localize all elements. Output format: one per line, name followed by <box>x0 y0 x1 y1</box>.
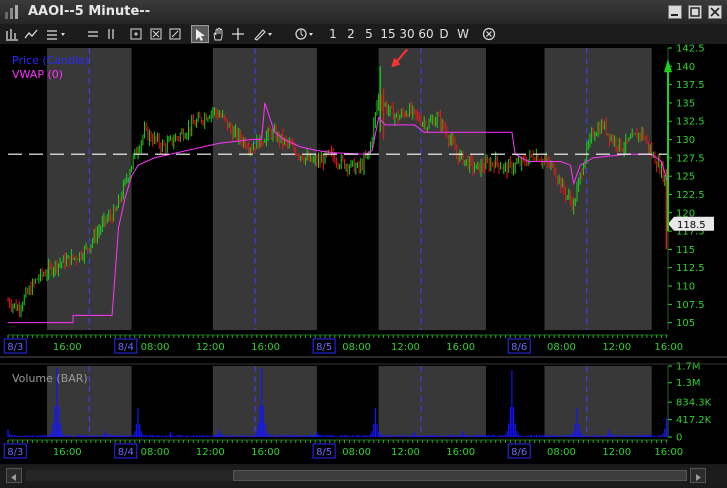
x-axis-label: 08:00 <box>342 342 371 353</box>
x-axis-label: 8/3 <box>7 342 23 353</box>
volume-tick-label: 0 <box>676 433 682 444</box>
crosshair-icon[interactable] <box>230 25 246 43</box>
x-axis-label: 16:00 <box>654 342 683 353</box>
studies-menu-icon[interactable] <box>44 25 70 43</box>
chart-toolbar: 1 2 5 15 30 60 D W <box>0 24 727 45</box>
interval-button-2[interactable]: 2 <box>344 25 358 43</box>
minimize-button[interactable] <box>668 5 682 19</box>
x-axis-label: 8/6 <box>511 342 527 353</box>
window-title: AAOI--5 Minute-- <box>28 4 151 19</box>
chart-type-icon[interactable] <box>3 25 21 43</box>
volume-tick-label: 1.3M <box>676 378 701 389</box>
volume-tick-label: 834.3K <box>676 398 712 409</box>
legend-volume: Volume (BAR) <box>12 372 88 385</box>
scroll-right-arrow-icon[interactable] <box>690 468 706 483</box>
x-axis-label-volume: 16:00 <box>53 447 82 458</box>
horizontal-scrollbar[interactable] <box>0 466 727 486</box>
price-tick-label: 140 <box>676 62 695 73</box>
legend-price-candle: Price (Candle) <box>12 54 89 67</box>
x-axis-label-volume: 16:00 <box>654 447 683 458</box>
chart-app-icon <box>4 4 20 20</box>
price-tick-label: 137.5 <box>676 80 705 91</box>
x-axis-label-volume: 08:00 <box>342 447 371 458</box>
session-shade-price <box>378 48 486 330</box>
interval-button-weekly[interactable]: W <box>456 25 470 43</box>
x-axis-label-volume: 08:00 <box>141 447 170 458</box>
legend-vwap: VWAP (0) <box>12 68 63 81</box>
pointer-icon[interactable] <box>191 25 209 43</box>
price-tick-label: 122.5 <box>676 190 705 201</box>
volume-tick-label: 1.7M <box>676 362 701 373</box>
price-tick-label: 125 <box>676 172 695 183</box>
zoom-out-icon[interactable] <box>148 25 164 43</box>
pan-hand-icon[interactable] <box>210 25 226 43</box>
x-axis-label-volume: 08:00 <box>547 447 576 458</box>
x-axis-label-volume: 12:00 <box>391 447 420 458</box>
scroll-thumb[interactable] <box>233 470 687 481</box>
zoom-fit-icon[interactable] <box>128 25 144 43</box>
x-axis-label-volume: 8/3 <box>7 447 23 458</box>
price-tick-label: 112.5 <box>676 263 705 274</box>
interval-button-60[interactable]: 60 <box>417 25 435 43</box>
x-axis-label-volume: 16:00 <box>251 447 280 458</box>
chart-area[interactable]: 142.5 140 137.5 135 132.5 130 127.5 125 122.5 120… <box>0 44 727 464</box>
line-chart-icon[interactable] <box>22 25 40 43</box>
timer-menu-icon[interactable] <box>292 25 318 43</box>
price-tick-label: 142.5 <box>676 44 705 55</box>
x-axis-label-volume: 8/5 <box>316 447 332 458</box>
session-shade-price <box>212 48 317 330</box>
horizontal-line-icon[interactable] <box>86 25 100 43</box>
maximize-button[interactable] <box>688 5 702 19</box>
price-tick-label: 110 <box>676 282 695 293</box>
interval-button-30[interactable]: 30 <box>398 25 416 43</box>
x-axis-label: 8/4 <box>118 342 134 353</box>
zoom-in-icon[interactable] <box>167 25 183 43</box>
x-axis-label-volume: 8/4 <box>118 447 134 458</box>
volume-tick-label: 417.2K <box>676 415 712 426</box>
close-button[interactable] <box>708 5 722 19</box>
session-shade-volume <box>544 366 652 437</box>
interval-button-1[interactable]: 1 <box>326 25 340 43</box>
draw-tool-icon[interactable] <box>252 25 276 43</box>
vertical-line-icon[interactable] <box>104 25 118 43</box>
session-shade-volume <box>378 366 486 437</box>
x-axis-label: 08:00 <box>547 342 576 353</box>
x-axis-label: 12:00 <box>196 342 225 353</box>
last-price-label: 118.5 <box>677 220 706 231</box>
interval-button-15[interactable]: 15 <box>379 25 397 43</box>
x-axis-label-volume: 8/6 <box>511 447 527 458</box>
price-tick-label: 132.5 <box>676 117 705 128</box>
x-axis-label: 16:00 <box>251 342 280 353</box>
x-axis-label: 12:00 <box>602 342 631 353</box>
interval-button-daily[interactable]: D <box>437 25 451 43</box>
scroll-left-arrow-icon[interactable] <box>6 468 22 483</box>
price-tick-label: 130 <box>676 135 695 146</box>
price-tick-label: 105 <box>676 318 695 329</box>
x-axis-label-volume: 16:00 <box>446 447 475 458</box>
price-tick-label: 135 <box>676 98 695 109</box>
price-volume-chart[interactable]: 142.5140137.5135132.5130127.5125122.5120… <box>0 44 727 464</box>
x-axis-label-volume: 12:00 <box>602 447 631 458</box>
x-axis-label: 8/5 <box>316 342 332 353</box>
x-axis-label: 16:00 <box>53 342 82 353</box>
x-axis-label: 08:00 <box>141 342 170 353</box>
price-tick-label: 107.5 <box>676 300 705 311</box>
x-axis-label-volume: 12:00 <box>196 447 225 458</box>
x-axis-label: 16:00 <box>446 342 475 353</box>
price-tick-label: 127.5 <box>676 153 705 164</box>
interval-button-5[interactable]: 5 <box>362 25 376 43</box>
price-tick-label: 115 <box>676 245 695 256</box>
x-axis-label: 12:00 <box>391 342 420 353</box>
window-titlebar: AAOI--5 Minute-- <box>0 0 727 25</box>
cancel-icon[interactable] <box>481 25 497 43</box>
